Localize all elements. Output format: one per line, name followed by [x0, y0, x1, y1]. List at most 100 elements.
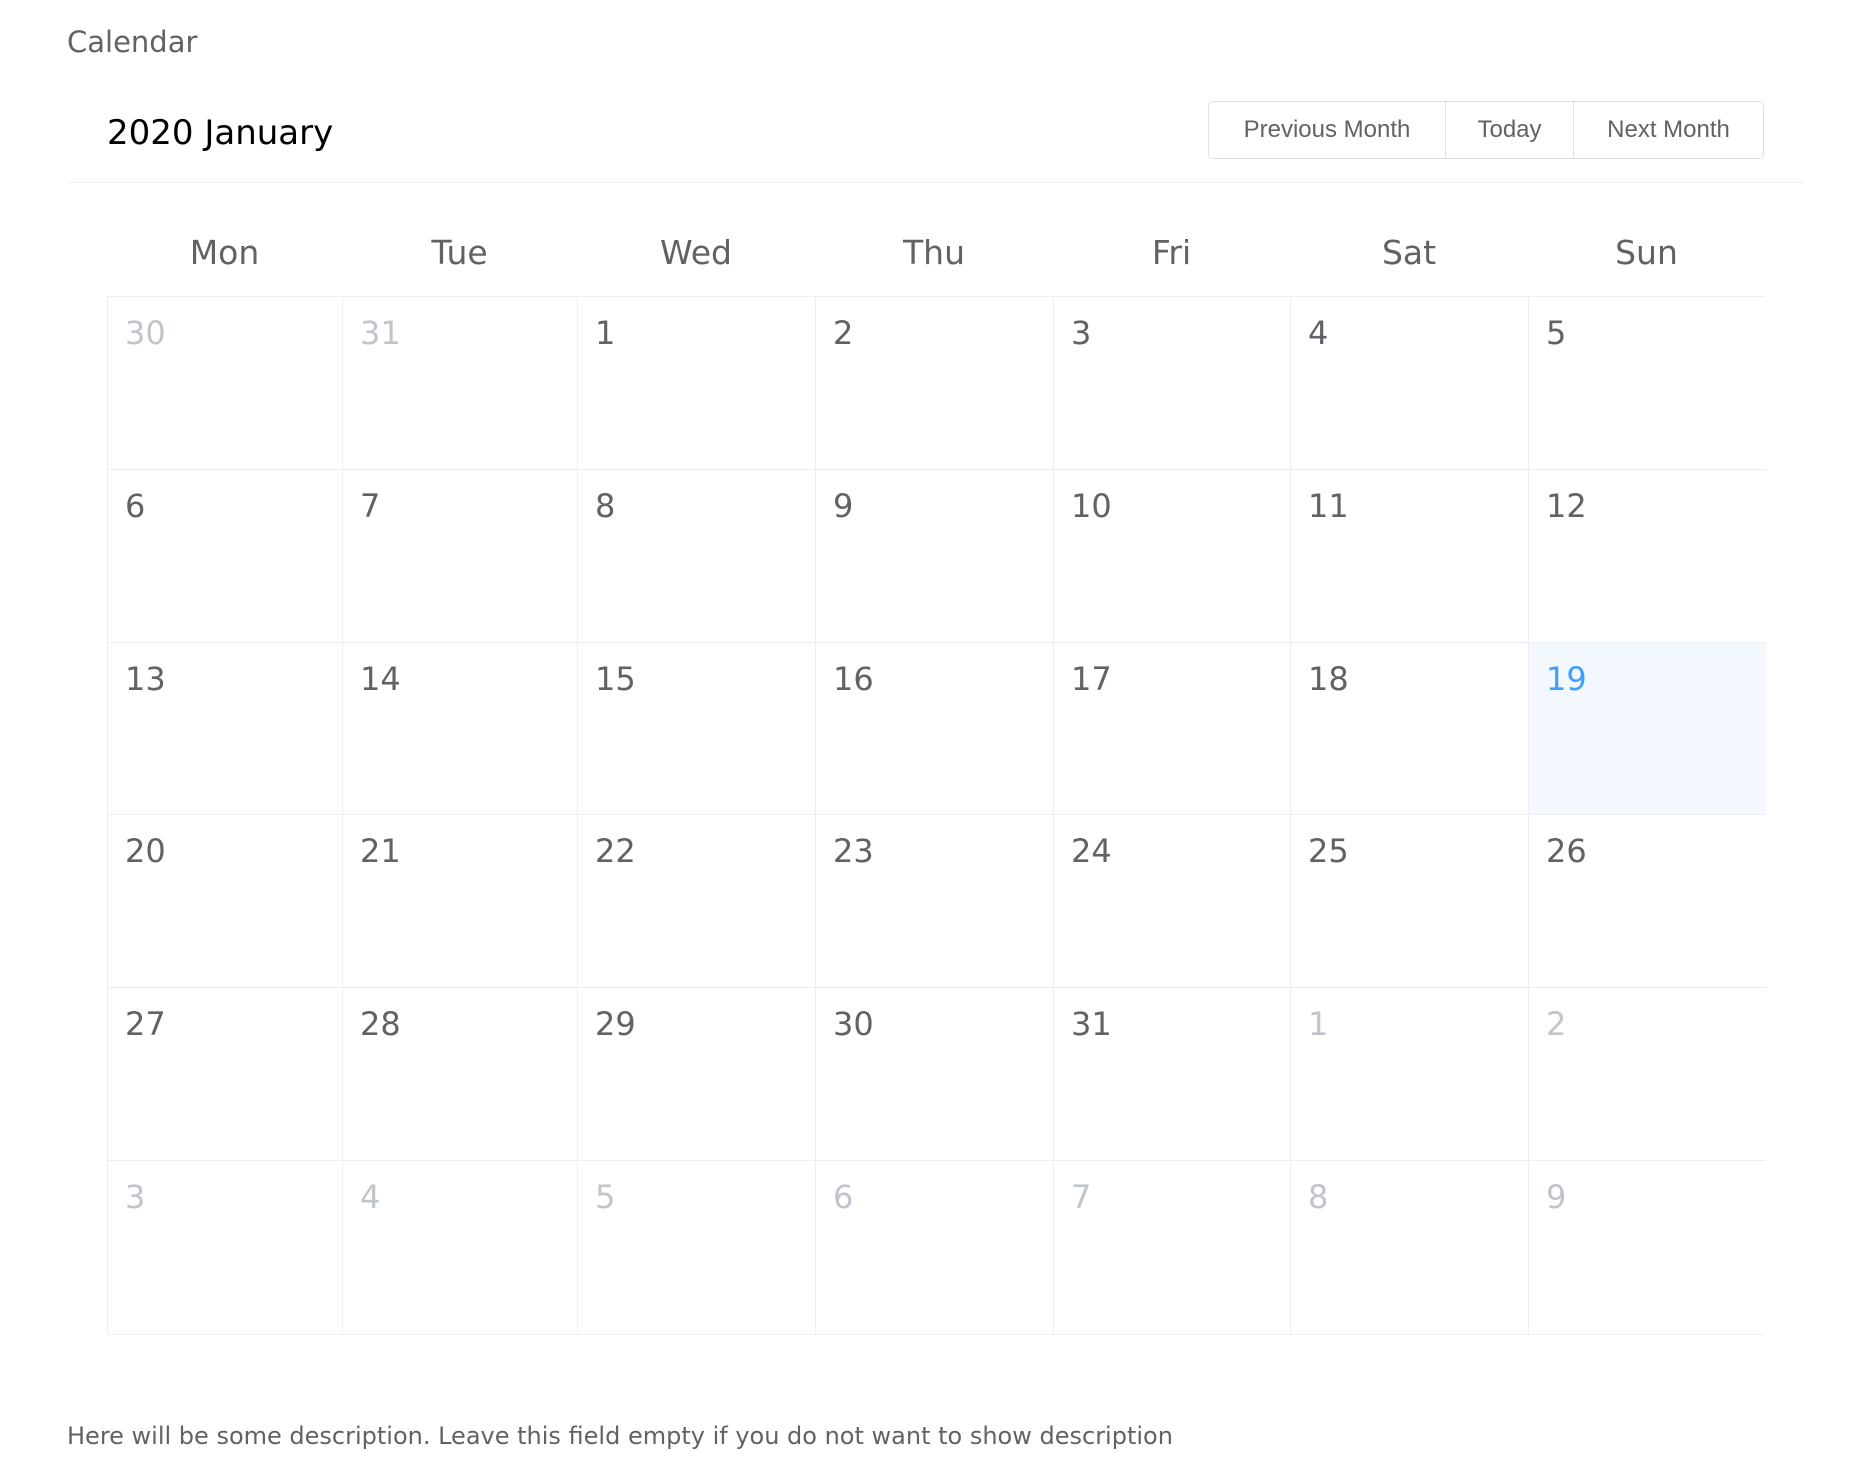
calendar-day-cell[interactable]: 24	[1054, 815, 1291, 989]
calendar-day-cell[interactable]: 3	[108, 1161, 343, 1334]
day-number: 4	[360, 1178, 381, 1217]
calendar-day-cell[interactable]: 4	[1291, 297, 1529, 470]
calendar-day-cell[interactable]: 13	[108, 642, 343, 816]
calendar-day-cell[interactable]: 6	[108, 469, 343, 643]
calendar-day-cell[interactable]: 1	[578, 297, 816, 470]
day-number: 21	[360, 832, 401, 871]
calendar-description: Here will be some description. Leave thi…	[67, 1422, 1173, 1450]
weekday-label: Thu	[903, 233, 965, 272]
next-month-button[interactable]: Next Month	[1573, 102, 1763, 158]
weekday-label: Sat	[1381, 233, 1437, 272]
calendar-day-cell[interactable]: 17	[1054, 642, 1291, 816]
day-number: 7	[1071, 1178, 1092, 1217]
calendar-day-cell[interactable]: 3	[1054, 297, 1291, 470]
day-number: 28	[360, 1005, 401, 1044]
calendar-day-cell[interactable]: 22	[578, 815, 816, 989]
calendar-day-cell[interactable]: 1	[1291, 988, 1529, 1162]
day-number: 9	[833, 486, 854, 525]
calendar-day-cell[interactable]: 21	[343, 815, 578, 989]
day-number: 10	[1071, 486, 1112, 525]
calendar-day-cell[interactable]: 25	[1291, 815, 1529, 989]
calendar-day-cell[interactable]: 31	[343, 297, 578, 470]
day-number: 30	[833, 1005, 874, 1044]
calendar-day-cell[interactable]: 8	[1291, 1161, 1529, 1334]
calendar-day-cell[interactable]: 9	[1529, 1161, 1766, 1334]
day-number: 26	[1546, 832, 1587, 871]
calendar-day-cell[interactable]: 10	[1054, 469, 1291, 643]
day-number: 5	[595, 1178, 616, 1217]
day-number: 8	[1308, 1178, 1329, 1217]
calendar-day-cell[interactable]: 12	[1529, 469, 1766, 643]
day-number: 4	[1308, 314, 1329, 352]
day-number: 17	[1071, 659, 1112, 698]
month-nav-button-group: Previous Month Today Next Month	[1208, 101, 1764, 159]
today-button[interactable]: Today	[1445, 102, 1573, 158]
day-number: 27	[125, 1005, 166, 1044]
day-number: 14	[360, 659, 401, 698]
calendar-day-cell-selected[interactable]: 19	[1529, 642, 1766, 816]
calendar-day-cell[interactable]: 16	[816, 642, 1054, 816]
calendar-day-cell[interactable]: 2	[816, 297, 1054, 470]
calendar-day-cell[interactable]: 15	[578, 642, 816, 816]
day-number: 1	[1308, 1005, 1329, 1044]
calendar-day-cell[interactable]: 9	[816, 469, 1054, 643]
day-number: 9	[1546, 1178, 1567, 1217]
weekday-label: Sun	[1615, 233, 1678, 272]
calendar-day-cell[interactable]: 5	[1529, 297, 1766, 470]
day-number: 31	[360, 314, 401, 352]
previous-month-button[interactable]: Previous Month	[1209, 102, 1445, 158]
day-number: 3	[1071, 314, 1092, 352]
calendar-day-cell[interactable]: 20	[108, 815, 343, 989]
day-number: 6	[833, 1178, 854, 1217]
day-number: 7	[360, 486, 381, 525]
day-number: 2	[1546, 1005, 1567, 1044]
day-number: 31	[1071, 1005, 1112, 1044]
calendar-day-cell[interactable]: 23	[816, 815, 1054, 989]
day-number: 23	[833, 832, 874, 871]
day-number: 12	[1546, 486, 1587, 525]
day-number: 30	[125, 314, 166, 352]
calendar-day-cell[interactable]: 2	[1529, 988, 1766, 1162]
day-number: 24	[1071, 832, 1112, 871]
weekday-label: Wed	[660, 233, 732, 272]
day-number: 3	[125, 1178, 146, 1217]
calendar-day-cell[interactable]: 4	[343, 1161, 578, 1334]
calendar-day-cell[interactable]: 7	[343, 469, 578, 643]
calendar-day-cell[interactable]: 29	[578, 988, 816, 1162]
day-number: 6	[125, 486, 146, 525]
day-number: 19	[1546, 659, 1587, 698]
day-number: 15	[595, 659, 636, 698]
month-title: 2020 January	[107, 113, 334, 153]
day-number: 25	[1308, 832, 1349, 871]
calendar-grid: 30 31 1 2 3 4 5 6 7 8 9 10 11 12 13 14 15 16 17 18 19 20 21 22 2…	[107, 296, 1766, 1335]
day-number: 18	[1308, 659, 1349, 698]
day-number: 8	[595, 486, 616, 525]
calendar-day-cell[interactable]: 14	[343, 642, 578, 816]
calendar-day-cell[interactable]: 30	[816, 988, 1054, 1162]
weekday-label: Mon	[189, 233, 260, 272]
weekday-label: Tue	[431, 233, 488, 272]
calendar-day-cell[interactable]: 30	[108, 297, 343, 470]
calendar-day-cell[interactable]: 31	[1054, 988, 1291, 1162]
day-number: 5	[1546, 314, 1567, 352]
calendar-day-cell[interactable]: 27	[108, 988, 343, 1162]
day-number: 13	[125, 659, 166, 698]
calendar-day-cell[interactable]: 5	[578, 1161, 816, 1334]
calendar-day-cell[interactable]: 7	[1054, 1161, 1291, 1334]
calendar-day-cell[interactable]: 18	[1291, 642, 1529, 816]
calendar-day-cell[interactable]: 6	[816, 1161, 1054, 1334]
day-number: 1	[595, 314, 616, 352]
day-number: 2	[833, 314, 854, 352]
calendar-day-cell[interactable]: 26	[1529, 815, 1766, 989]
calendar-day-cell[interactable]: 8	[578, 469, 816, 643]
day-number: 11	[1308, 486, 1349, 525]
calendar-day-cell[interactable]: 11	[1291, 469, 1529, 643]
calendar-day-cell[interactable]: 28	[343, 988, 578, 1162]
page-label: Calendar	[67, 25, 198, 59]
day-number: 29	[595, 1005, 636, 1044]
calendar-header: 2020 January Previous Month Today Next M…	[67, 96, 1804, 183]
day-number: 22	[595, 832, 636, 871]
day-number: 20	[125, 832, 166, 871]
weekday-header-row: Mon Tue Wed Thu Fri Sat Sun	[107, 225, 1765, 281]
weekday-label: Fri	[1151, 233, 1192, 272]
